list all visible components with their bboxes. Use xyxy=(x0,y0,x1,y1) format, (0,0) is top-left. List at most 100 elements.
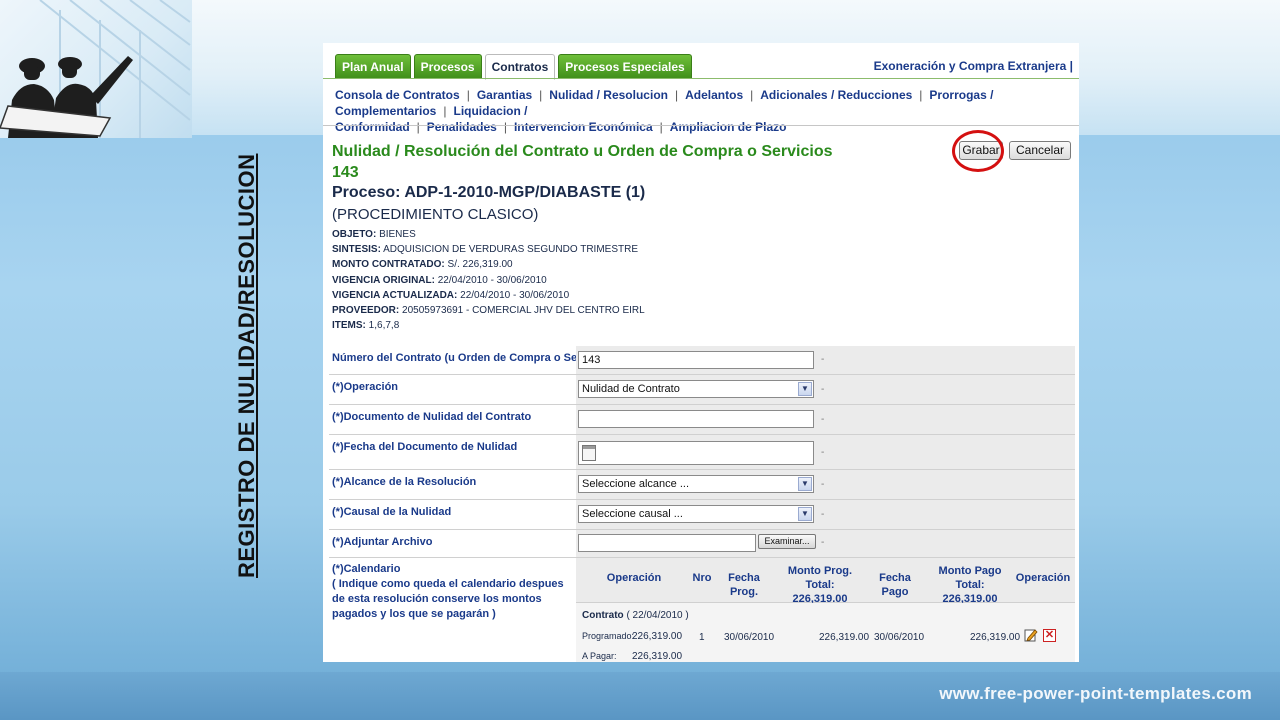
form-cell: - xyxy=(576,435,1075,469)
row-contrato: Contrato ( 22/04/2010 ) xyxy=(582,610,689,621)
col-monto-prog-total: Total: 226,319.00 xyxy=(792,579,848,605)
form-cell: 143 - xyxy=(576,346,1075,374)
row-monto-prog: 226,319.00 xyxy=(819,632,870,643)
chevron-down-icon: ▼ xyxy=(798,507,812,521)
delete-icon[interactable]: ✕ xyxy=(1043,629,1056,642)
form-row-adjuntar: (*)Adjuntar Archivo Examinar... - xyxy=(329,530,1075,558)
causal-select[interactable]: Seleccione causal ... ▼ xyxy=(578,505,814,523)
col-monto-pago-total: Total: 226,319.00 xyxy=(942,579,998,605)
info-proveedor: 20505973691 - COMERCIAL JHV DEL CENTRO E… xyxy=(402,305,645,317)
form-row-calendario: (*)Calendario ( Indique como queda el ca… xyxy=(329,558,1075,662)
fecha-label: (*)Fecha del Documento de Nulidad xyxy=(332,441,518,453)
form-cell: Seleccione causal ... ▼ - xyxy=(576,500,1075,529)
info-label: SINTESIS: xyxy=(332,244,381,256)
main-tabs: Plan Anual Procesos Contratos Procesos E… xyxy=(335,54,692,80)
form-cell: Operación Nro Fecha Prog. Monto Prog. To… xyxy=(576,558,1075,662)
col-fecha-pago: Fecha Pago xyxy=(879,572,911,598)
col-monto-pago: Monto Pago Total: 226,319.00 xyxy=(930,564,1010,606)
tab-procesos-especiales[interactable]: Procesos Especiales xyxy=(558,54,692,79)
calendario-label: (*)Calendario ( Indique como queda el ca… xyxy=(332,562,572,622)
subnav-separator: | xyxy=(443,104,447,118)
subnav-separator: | xyxy=(466,88,470,102)
row-nro: 1 xyxy=(699,632,705,643)
proceso-heading: Proceso: ADP-1-2010-MGP/DIABASTE (1) xyxy=(332,184,646,201)
calendario-title: (*)Calendario xyxy=(332,563,401,575)
adjuntar-label: (*)Adjuntar Archivo xyxy=(332,536,433,548)
alcance-select[interactable]: Seleccione alcance ... ▼ xyxy=(578,475,814,493)
form-row-causal: (*)Causal de la Nulidad Seleccione causa… xyxy=(329,500,1075,530)
table-row: Contrato ( 22/04/2010 ) Programado: 226,… xyxy=(576,603,1075,662)
calendar-icon[interactable] xyxy=(582,445,596,461)
row-dot: - xyxy=(821,414,825,425)
col-monto-prog: Monto Prog. Total: 226,319.00 xyxy=(780,564,860,606)
tab-contratos[interactable]: Contratos xyxy=(484,54,556,80)
calendar-header: Operación Nro Fecha Prog. Monto Prog. To… xyxy=(576,558,1075,606)
app-window: Plan Anual Procesos Contratos Procesos E… xyxy=(323,43,1079,662)
examinar-button[interactable]: Examinar... xyxy=(758,534,816,549)
info-label: VIGENCIA ORIGINAL: xyxy=(332,274,435,286)
page-title: Nulidad / Resolución del Contrato u Orde… xyxy=(332,143,833,160)
subnav-separator: | xyxy=(674,88,679,102)
numero-label: Número del Contrato (u Orden de Compra o… xyxy=(332,352,611,364)
adjuntar-file-input[interactable] xyxy=(578,534,756,552)
form-cell: Examinar... - xyxy=(576,530,1075,557)
subnav-penalidades[interactable]: Penalidades xyxy=(427,120,497,134)
form-row-numero: Número del Contrato (u Orden de Compra o… xyxy=(329,346,1075,375)
row-monto-pago: 226,319.00 xyxy=(970,632,1021,643)
form-cell: Seleccione alcance ... ▼ - xyxy=(576,470,1075,499)
watermark-text: www.free-power-point-templates.com xyxy=(939,684,1252,703)
chevron-down-icon: ▼ xyxy=(798,477,812,491)
workers-icon xyxy=(0,0,191,138)
edit-icon[interactable] xyxy=(1024,628,1038,642)
chevron-down-icon: ▼ xyxy=(798,382,812,396)
form-cell: - xyxy=(576,405,1075,434)
subnav-ampliacion[interactable]: Ampliacion de Plazo xyxy=(670,120,787,134)
subnav-liquidacion[interactable]: Liquidacion / xyxy=(453,104,527,118)
col-monto-prog-title: Monto Prog. xyxy=(787,565,853,577)
row-fecha-prog: 30/06/2010 xyxy=(724,632,775,643)
form-row-documento: (*)Documento de Nulidad del Contrato - xyxy=(329,405,1075,435)
documento-input[interactable] xyxy=(578,410,814,428)
exoneracion-link[interactable]: Exoneración y Compra Extranjera | xyxy=(874,59,1073,73)
info-label: OBJETO: xyxy=(332,229,377,240)
row-contrato-date: ( 22/04/2010 ) xyxy=(626,610,689,621)
subnav-consola[interactable]: Consola de Contratos xyxy=(335,88,460,102)
contract-number: 143 xyxy=(332,164,359,181)
row-a-pagar-label: A Pagar: xyxy=(582,651,617,661)
row-programado-label: Programado: xyxy=(582,631,635,641)
sub-navigation: Consola de Contratos | Garantias | Nulidad /… xyxy=(335,87,1065,135)
subnav-garantias[interactable]: Garantias xyxy=(477,88,532,102)
subnav-adelantos[interactable]: Adelantos xyxy=(685,88,743,102)
subnav-conformidad[interactable]: Conformidad xyxy=(335,120,410,134)
row-dot: - xyxy=(821,537,825,548)
subnav-separator: | xyxy=(659,120,663,134)
fecha-input[interactable] xyxy=(578,441,814,465)
cancelar-button[interactable]: Cancelar xyxy=(1009,141,1071,160)
tab-procesos[interactable]: Procesos xyxy=(413,54,482,79)
subnav-intervencion[interactable]: Intervencion Económica xyxy=(514,120,653,134)
row-dot: - xyxy=(821,447,825,458)
col-monto-pago-title: Monto Pago xyxy=(938,565,1002,577)
row-contrato-label: Contrato xyxy=(582,610,624,621)
info-label: MONTO CONTRATADO: xyxy=(332,259,445,271)
subnav-nulidad[interactable]: Nulidad / Resolucion xyxy=(549,88,668,102)
calendario-note: ( Indique como queda el calendario despu… xyxy=(332,578,564,620)
subnav-divider xyxy=(323,125,1079,126)
form-row-operacion: (*)Operación Nulidad de Contrato ▼ - xyxy=(329,375,1075,405)
alcance-label: (*)Alcance de la Resolución xyxy=(332,476,477,488)
info-label: VIGENCIA ACTUALIZADA: xyxy=(332,289,458,301)
subnav-separator: | xyxy=(539,88,543,102)
operacion-selected-value: Nulidad de Contrato xyxy=(582,383,680,395)
workers-illustration xyxy=(0,0,192,138)
causal-label: (*)Causal de la Nulidad xyxy=(332,506,452,518)
numero-contrato-input[interactable]: 143 xyxy=(578,351,814,369)
tab-plan-anual[interactable]: Plan Anual xyxy=(335,54,411,79)
operacion-select[interactable]: Nulidad de Contrato ▼ xyxy=(578,380,814,398)
info-objeto: BIENES xyxy=(379,229,416,240)
col-operacion: Operación xyxy=(606,572,662,584)
row-programado-value: 226,319.00 xyxy=(632,631,683,642)
info-label: ITEMS: xyxy=(332,320,366,332)
subnav-adicionales[interactable]: Adicionales / Reducciones xyxy=(760,88,912,102)
row-dot: - xyxy=(821,384,825,395)
documento-label: (*)Documento de Nulidad del Contrato xyxy=(332,411,532,423)
